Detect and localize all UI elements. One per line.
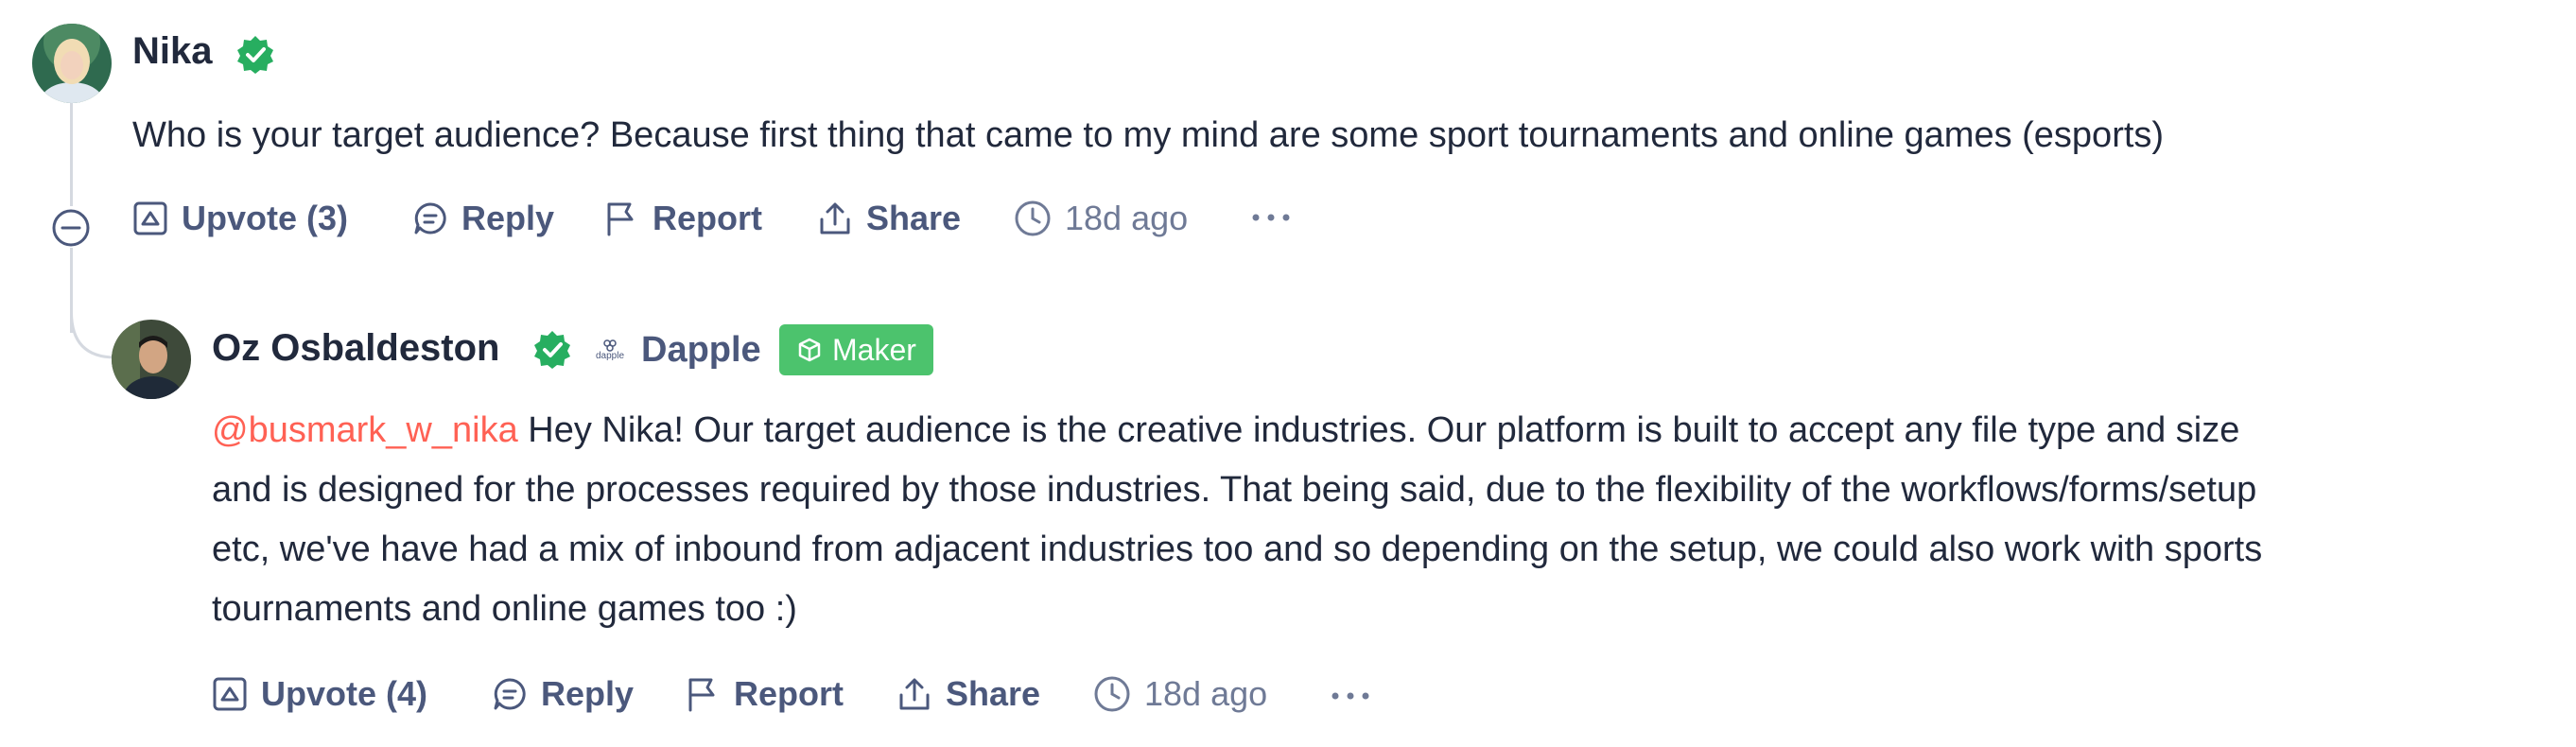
reply-label: Reply [541, 674, 635, 713]
reply-text-line: @busmark_w_nika Hey Nika! Our target aud… [212, 410, 2240, 450]
reply-text-line: tournaments and online games too :) [212, 589, 797, 629]
reply-text: @busmark_w_nika Hey Nika! Our target aud… [212, 401, 2576, 639]
more-options-button[interactable] [1250, 206, 1292, 234]
verified-badge-icon [534, 331, 570, 369]
collapse-thread-button[interactable] [51, 208, 91, 248]
reply-label: Reply [461, 199, 555, 237]
company-link[interactable]: dapple Dapple [592, 329, 761, 371]
avatar[interactable] [32, 24, 112, 103]
comment-author-name[interactable]: Oz Osbaldeston [212, 327, 500, 370]
reply-text-line: and is designed for the processes requir… [212, 470, 2257, 510]
upvote-label: Upvote (4) [261, 674, 428, 713]
ellipsis-icon [1252, 214, 1290, 221]
comment-bubble-icon [414, 202, 446, 235]
comment-text: Who is your target audience? Because fir… [132, 115, 2165, 155]
share-button[interactable]: Share [896, 674, 1040, 714]
share-label: Share [946, 674, 1041, 713]
more-options-button[interactable] [1330, 685, 1371, 712]
thread-line-vertical [70, 102, 73, 206]
maker-badge-label: Maker [832, 332, 916, 367]
reply-button[interactable]: Reply [492, 674, 634, 714]
thread-line-curve [70, 312, 116, 359]
minus-circle-icon [52, 209, 90, 247]
comment-bubble-icon [494, 678, 526, 710]
share-icon [820, 202, 850, 235]
timestamp-label: 18d ago [1144, 674, 1268, 713]
comment-timestamp: 18d ago [1093, 674, 1267, 714]
reply-button[interactable]: Reply [412, 199, 554, 238]
flag-icon [688, 678, 715, 712]
user-mention-link[interactable]: @busmark_w_nika [212, 410, 518, 450]
upvote-label: Upvote (3) [182, 199, 349, 237]
report-label: Report [653, 199, 762, 237]
verified-badge-icon [237, 36, 273, 74]
share-button[interactable]: Share [817, 199, 961, 238]
avatar[interactable] [112, 320, 191, 399]
reply-text-line: etc, we've have had a mix of inbound fro… [212, 530, 2263, 569]
upvote-icon [213, 677, 247, 711]
comment-author-name[interactable]: Nika [132, 30, 213, 73]
timestamp-label: 18d ago [1065, 199, 1189, 237]
company-name: Dapple [641, 329, 761, 370]
ellipsis-icon [1332, 692, 1369, 700]
report-label: Report [734, 674, 844, 713]
upvote-button[interactable]: Upvote (4) [212, 674, 427, 714]
dapple-logo-icon: dapple [592, 339, 628, 361]
report-button[interactable]: Report [685, 674, 844, 714]
report-button[interactable]: Report [603, 199, 762, 238]
share-label: Share [866, 199, 962, 237]
upvote-button[interactable]: Upvote (3) [132, 199, 348, 238]
maker-badge: Maker [779, 324, 933, 375]
cube-icon [798, 338, 821, 362]
clock-icon [1094, 676, 1130, 712]
upvote-icon [133, 201, 167, 235]
flag-icon [607, 202, 634, 236]
clock-icon [1015, 200, 1051, 236]
share-icon [899, 678, 930, 710]
comment-timestamp: 18d ago [1014, 199, 1188, 238]
